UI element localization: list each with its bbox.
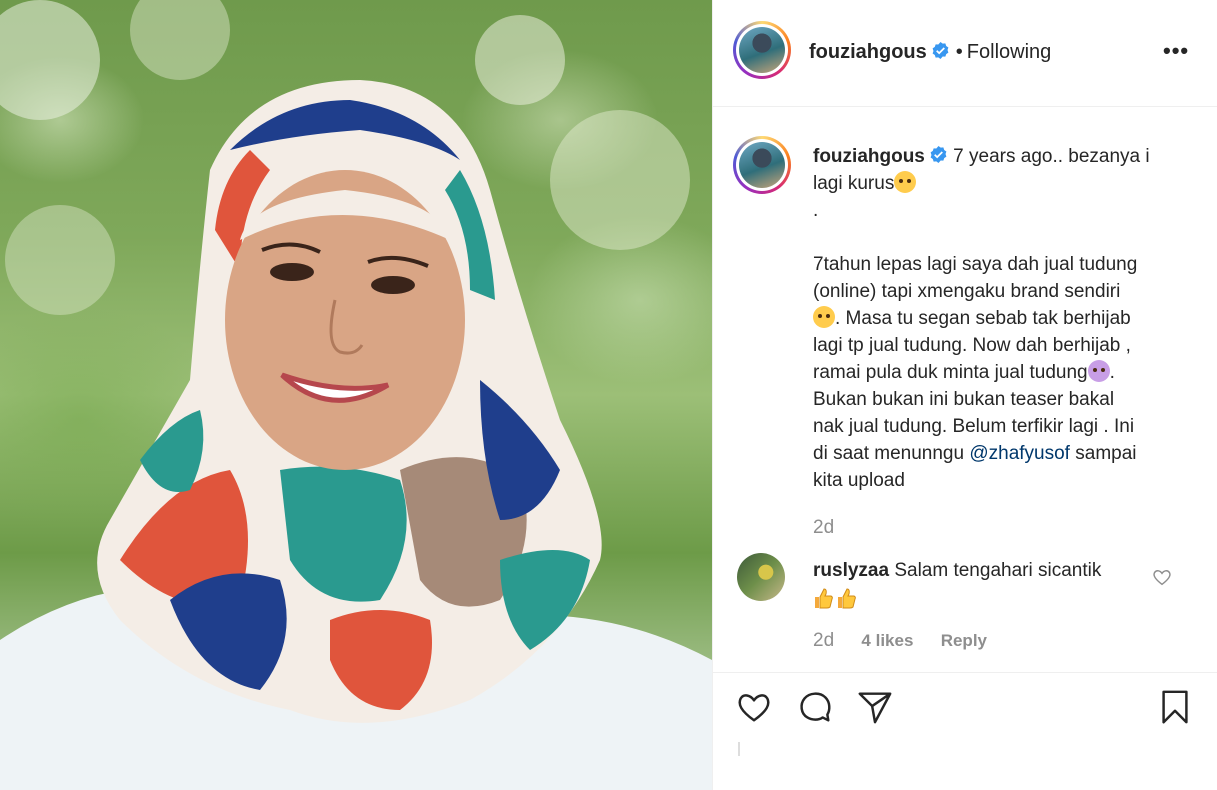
header-separator: • xyxy=(955,41,963,63)
share-paper-plane-icon[interactable] xyxy=(856,688,894,726)
post-photo[interactable] xyxy=(0,0,712,790)
comment-body: Salam tengahari sicantik xyxy=(894,560,1102,581)
caption-para-line: sampai xyxy=(1075,443,1137,464)
action-bar xyxy=(713,673,1217,790)
comment-like-heart-icon[interactable] xyxy=(1151,566,1173,588)
thumbs-up-emoji-icon xyxy=(838,588,856,609)
caption-para-line: lagi tp jual tudung. Now dah berhijab , xyxy=(813,335,1131,356)
following-button[interactable]: Following xyxy=(967,41,1051,63)
caption-para-line: . Masa tu segan sebab tak berhijab xyxy=(835,308,1131,329)
like-heart-icon[interactable] xyxy=(735,688,773,726)
person-facepalm-emoji-icon xyxy=(1087,360,1110,382)
post-header: fouziahgous • Following ••• xyxy=(713,0,1217,107)
caption-line-1: 7 years ago.. bezanya i xyxy=(953,146,1150,167)
caption-para-line: kita upload xyxy=(813,470,905,491)
thumbs-up-emoji-icon xyxy=(815,588,833,609)
caption-avatar[interactable] xyxy=(733,136,791,194)
caption-para-line: Bukan bukan ini bukan teaser bakal xyxy=(813,389,1115,410)
caption-para-line: di saat menunngu xyxy=(813,443,970,464)
caption-para-line: 7tahun lepas lagi saya dah jual tudung xyxy=(813,254,1138,275)
caption-para-line: nak jual tudung. Belum terfikir lagi . I… xyxy=(813,416,1135,437)
comment-text: ruslyzaa Salam tengahari sicantik xyxy=(813,556,1153,614)
caption-para-line: ramai pula duk minta jual tudung xyxy=(813,362,1088,383)
caption-line-2: lagi kurus xyxy=(813,173,895,194)
caption-para-line: (online) tapi xmengaku brand sendiri xyxy=(813,281,1121,302)
caption-line-3: . xyxy=(813,200,819,221)
comment-timestamp[interactable]: 2d xyxy=(813,630,834,651)
caption-username[interactable]: fouziahgous xyxy=(813,146,925,167)
comment-meta: 2d 4 likes Reply xyxy=(813,630,987,652)
post-side-panel: fouziahgous • Following ••• fouziahgous 7 … xyxy=(712,0,1217,790)
save-bookmark-icon[interactable] xyxy=(1156,688,1194,726)
reply-button[interactable]: Reply xyxy=(941,631,987,650)
header-avatar[interactable] xyxy=(733,21,791,79)
more-options-icon[interactable]: ••• xyxy=(1163,38,1189,64)
caption-para-line: . xyxy=(1109,362,1115,383)
verified-badge-icon xyxy=(930,145,947,164)
caption-text: fouziahgous 7 years ago.. bezanya i lagi… xyxy=(813,143,1193,494)
comment-bubble-icon[interactable] xyxy=(796,688,834,726)
flushed-face-emoji-icon xyxy=(894,171,917,193)
header-username[interactable]: fouziahgous xyxy=(809,41,927,63)
comment-avatar[interactable] xyxy=(737,553,785,601)
likes-divider xyxy=(738,742,740,756)
comment-username[interactable]: ruslyzaa xyxy=(813,560,889,581)
photo-illustration xyxy=(0,0,712,790)
sweat-smile-emoji-icon xyxy=(813,306,835,328)
header-user: fouziahgous • Following xyxy=(809,41,1051,64)
mention-link[interactable]: @zhafyusof xyxy=(969,443,1070,464)
caption-timestamp[interactable]: 2d xyxy=(813,517,834,539)
verified-badge-icon xyxy=(932,41,949,60)
comment-likes[interactable]: 4 likes xyxy=(861,631,913,650)
